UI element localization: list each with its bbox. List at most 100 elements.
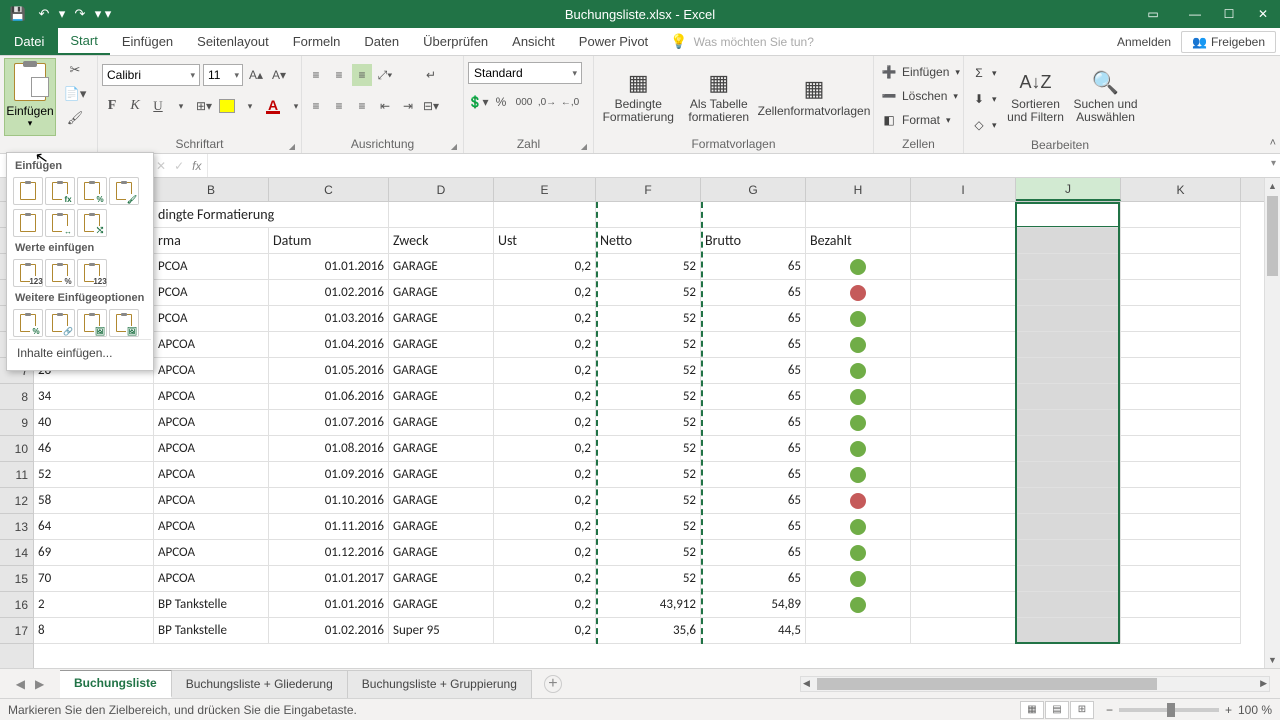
decrease-decimal-button[interactable]: ←,0 [560, 91, 580, 113]
paste-keep-width-option[interactable]: ↔ [45, 209, 75, 237]
cell[interactable]: 0,2 [494, 306, 596, 332]
cell[interactable]: 65 [701, 254, 806, 280]
format-painter-button[interactable]: 🖌 [58, 106, 92, 130]
cell[interactable]: GARAGE [389, 358, 494, 384]
number-format-combo[interactable]: Standard [468, 62, 582, 84]
cell[interactable] [1121, 566, 1241, 592]
cell[interactable] [494, 202, 596, 228]
enter-formula-button[interactable]: ✓ [174, 159, 184, 173]
cell[interactable]: 52 [596, 514, 701, 540]
cell[interactable] [911, 592, 1016, 618]
align-top-button[interactable]: ≡ [306, 64, 326, 86]
cut-button[interactable]: ✂ [58, 58, 92, 82]
formula-input[interactable]: ▾ [208, 154, 1280, 177]
cell[interactable] [911, 488, 1016, 514]
cell[interactable]: 65 [701, 280, 806, 306]
horizontal-scrollbar[interactable]: ◀ ▶ [800, 676, 1270, 692]
paste-special-option[interactable]: Inhalte einfügen... [9, 339, 151, 366]
cell[interactable]: 58 [34, 488, 154, 514]
cell[interactable]: PCOA [154, 306, 269, 332]
cell[interactable] [1016, 410, 1121, 436]
autosum-button[interactable]: Σ▾ [968, 61, 997, 85]
cell[interactable] [389, 202, 494, 228]
cell[interactable]: 01.06.2016 [269, 384, 389, 410]
merge-button[interactable]: ⊟▾ [421, 95, 441, 117]
col-header-C[interactable]: C [269, 178, 389, 201]
scroll-down-button[interactable]: ▼ [1265, 652, 1280, 668]
cell[interactable] [806, 254, 911, 280]
cell[interactable] [911, 358, 1016, 384]
tab-file[interactable]: Datei [0, 28, 58, 55]
row-header[interactable]: 13 [0, 514, 33, 540]
cell[interactable]: GARAGE [389, 488, 494, 514]
hscroll-thumb[interactable] [817, 678, 1157, 690]
zoom-slider[interactable] [1119, 708, 1219, 712]
cell[interactable]: 52 [596, 332, 701, 358]
vertical-scrollbar[interactable]: ▲ ▼ [1264, 178, 1280, 668]
cell[interactable]: 52 [596, 384, 701, 410]
cell[interactable] [1016, 436, 1121, 462]
cell[interactable] [1016, 514, 1121, 540]
cell[interactable]: GARAGE [389, 514, 494, 540]
worksheet-grid[interactable]: BCDEFGHIJK 67891011121314151617 dingte F… [0, 178, 1280, 668]
format-cells-button[interactable]: ◧Format▾ [878, 108, 951, 132]
cell[interactable]: 65 [701, 488, 806, 514]
cell[interactable] [1016, 384, 1121, 410]
collapse-ribbon-button[interactable]: ˄ [1270, 137, 1276, 149]
row-header[interactable]: 9 [0, 410, 33, 436]
cell[interactable]: 0,2 [494, 540, 596, 566]
row-header[interactable]: 15 [0, 566, 33, 592]
cell[interactable] [806, 436, 911, 462]
add-sheet-button[interactable]: + [544, 675, 562, 693]
cell[interactable]: 0,2 [494, 488, 596, 514]
cell[interactable]: APCOA [154, 566, 269, 592]
font-color-button[interactable]: A [263, 95, 283, 117]
cell[interactable]: 0,2 [494, 462, 596, 488]
clear-button[interactable]: ◇▾ [968, 113, 997, 137]
cell[interactable] [1121, 306, 1241, 332]
percent-button[interactable]: % [491, 91, 511, 113]
cell[interactable]: GARAGE [389, 540, 494, 566]
cell[interactable] [701, 202, 806, 228]
cells-area[interactable]: dingte FormatierungrmaDatumZweckUstNetto… [34, 202, 1264, 668]
tell-me-box[interactable]: 💡 Was möchten Sie tun? [660, 28, 814, 55]
cell[interactable]: BP Tankstelle [154, 592, 269, 618]
thousands-button[interactable]: 000 [514, 91, 534, 113]
row-header[interactable]: 17 [0, 618, 33, 644]
ribbon-options-icon[interactable]: ▭ [1136, 0, 1170, 28]
cell[interactable]: APCOA [154, 410, 269, 436]
cell[interactable]: 52 [596, 306, 701, 332]
borders-button[interactable]: ⊞▾ [194, 95, 214, 117]
format-as-table-button[interactable]: ▦ Als Tabelle formatieren [679, 58, 760, 134]
cell[interactable]: 01.01.2016 [269, 254, 389, 280]
qat-redo-icon[interactable]: ↷ [68, 2, 92, 26]
cell[interactable] [1121, 514, 1241, 540]
cell[interactable] [806, 306, 911, 332]
cell[interactable] [1121, 618, 1241, 644]
cell[interactable]: 34 [34, 384, 154, 410]
row-header[interactable]: 10 [0, 436, 33, 462]
cell[interactable]: 35,6 [596, 618, 701, 644]
cell-styles-button[interactable]: ▦ Zellenformatvorlagen [759, 58, 869, 134]
cell[interactable]: GARAGE [389, 254, 494, 280]
cell[interactable]: 01.02.2016 [269, 280, 389, 306]
copy-button[interactable]: 📄▾ [58, 82, 92, 106]
cell[interactable]: GARAGE [389, 280, 494, 306]
cell[interactable]: 0,2 [494, 618, 596, 644]
tab-data[interactable]: Daten [352, 28, 411, 55]
cell[interactable]: 01.08.2016 [269, 436, 389, 462]
cell[interactable]: GARAGE [389, 592, 494, 618]
qat-undo-icon[interactable]: ↶ [32, 2, 56, 26]
cell[interactable] [1016, 306, 1121, 332]
close-button[interactable]: ✕ [1246, 0, 1280, 28]
cell[interactable]: Zweck [389, 228, 494, 254]
cell[interactable]: PCOA [154, 280, 269, 306]
signin-link[interactable]: Anmelden [1117, 35, 1171, 49]
cell[interactable]: Ust [494, 228, 596, 254]
cell[interactable] [1121, 254, 1241, 280]
cell[interactable] [1121, 540, 1241, 566]
cell[interactable] [1016, 618, 1121, 644]
cell[interactable] [806, 514, 911, 540]
cell[interactable]: 0,2 [494, 514, 596, 540]
cell[interactable] [911, 332, 1016, 358]
